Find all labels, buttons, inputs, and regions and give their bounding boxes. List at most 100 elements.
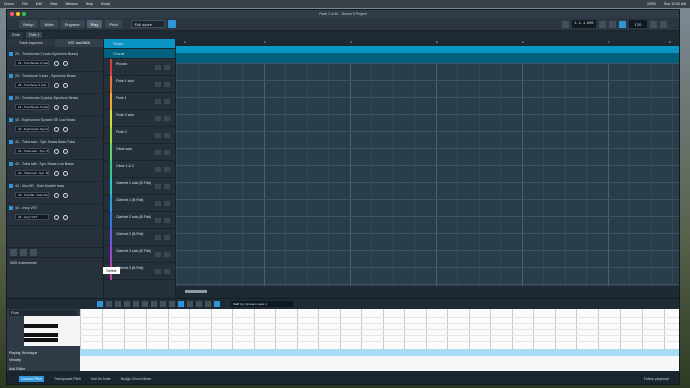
- tab-vst-and-midi[interactable]: VST and MIDI: [55, 39, 103, 47]
- mute-icon[interactable]: [155, 235, 161, 240]
- settings-icon[interactable]: [63, 171, 68, 176]
- chord-lane[interactable]: [176, 53, 679, 63]
- solo-icon[interactable]: [164, 184, 170, 189]
- mode-play[interactable]: Play: [86, 20, 103, 28]
- device-select[interactable]: 40 - Euphonium Synced: [15, 126, 49, 132]
- instrument-track[interactable]: Clarinet 2 solo (B Flat): [104, 212, 175, 229]
- tempo-track-header[interactable]: Tempo: [104, 39, 175, 49]
- device-select[interactable]: 25 - Trombone 3 solo: [15, 82, 49, 88]
- transport-rewind-icon[interactable]: [599, 20, 606, 28]
- delete-device-icon[interactable]: [30, 249, 37, 256]
- line-tool-icon[interactable]: [115, 301, 121, 307]
- edit-instrument-icon[interactable]: [54, 61, 59, 66]
- tab-flute-1[interactable]: Flute 1: [25, 32, 43, 38]
- solo-icon[interactable]: [164, 133, 170, 138]
- settings-icon[interactable]: [63, 105, 68, 110]
- instrument-track[interactable]: Clarinet 2 (B Flat): [104, 229, 175, 246]
- edit-instrument-icon[interactable]: [54, 105, 59, 110]
- mute-icon[interactable]: [155, 252, 161, 257]
- settings-icon[interactable]: [63, 193, 68, 198]
- window-menu[interactable]: Window: [65, 2, 77, 6]
- zoom-window-button[interactable]: [22, 12, 26, 16]
- mute-icon[interactable]: [155, 65, 161, 70]
- instrument-track[interactable]: Clarinet 1 (B Flat): [104, 195, 175, 212]
- grid-tool-icon[interactable]: [196, 301, 202, 307]
- solo-icon[interactable]: [164, 65, 170, 70]
- mode-print[interactable]: Print: [105, 20, 122, 28]
- black-key[interactable]: [24, 333, 58, 337]
- mode-setup[interactable]: Setup: [19, 20, 38, 28]
- instrument-track[interactable]: Piccolo: [104, 59, 175, 76]
- solo-icon[interactable]: [164, 167, 170, 172]
- transport-back-icon[interactable]: [562, 20, 569, 28]
- mode-write[interactable]: Write: [40, 20, 58, 28]
- duplicate-device-icon[interactable]: [20, 249, 27, 256]
- split-tool-icon[interactable]: [151, 301, 157, 307]
- instrument-track[interactable]: Flute 1 solo: [104, 76, 175, 93]
- mute-icon[interactable]: [155, 269, 161, 274]
- solo-icon[interactable]: [164, 252, 170, 257]
- draw-tool-icon[interactable]: [133, 301, 139, 307]
- script-menu[interactable]: Script: [101, 2, 110, 6]
- app-menu[interactable]: Dorico: [4, 2, 14, 6]
- edit-menu[interactable]: Edit: [36, 2, 42, 6]
- device-select[interactable]: 24 - Trombones 3 (solo): [15, 104, 49, 110]
- instrument-track[interactable]: Oboe 1 & 2: [104, 161, 175, 178]
- instrument-track[interactable]: Oboe solo: [104, 144, 175, 161]
- device-select[interactable]: 23 - Trombones 2 (solo): [15, 60, 49, 66]
- transposed-pitch-toggle[interactable]: Transposed Pitch: [54, 377, 81, 381]
- mixer-icon[interactable]: [650, 20, 657, 28]
- metronome-tool-icon[interactable]: [187, 301, 193, 307]
- mute-icon[interactable]: [155, 167, 161, 172]
- playing-technique-lane[interactable]: [80, 349, 679, 356]
- close-window-button[interactable]: [10, 12, 14, 16]
- snap-tool-icon[interactable]: [178, 301, 184, 307]
- layout-select[interactable]: Full score: [130, 20, 165, 28]
- mute-icon[interactable]: [155, 218, 161, 223]
- instrument-track[interactable]: Flute 2 solo: [104, 110, 175, 127]
- solo-icon[interactable]: [164, 82, 170, 87]
- mute-icon[interactable]: [155, 184, 161, 189]
- edit-instrument-icon[interactable]: [54, 193, 59, 198]
- instrument-track[interactable]: Clarinet 3 solo (B Flat): [104, 246, 175, 263]
- velocity-lane[interactable]: [80, 356, 679, 371]
- tab-flute[interactable]: Flute: [9, 32, 23, 38]
- help-menu[interactable]: Help: [86, 2, 93, 6]
- piano-roll-keyboard[interactable]: [24, 316, 82, 346]
- mute-icon[interactable]: [155, 201, 161, 206]
- transport-play-icon[interactable]: [609, 20, 616, 28]
- add-device-icon[interactable]: [10, 249, 17, 256]
- pencil-tool-icon[interactable]: [106, 301, 112, 307]
- solo-icon[interactable]: [164, 218, 170, 223]
- solo-icon[interactable]: [164, 201, 170, 206]
- mute-icon[interactable]: [155, 150, 161, 155]
- settings-icon[interactable]: [63, 61, 68, 66]
- tempo-lane[interactable]: [176, 46, 679, 53]
- metronome-icon[interactable]: [619, 20, 626, 28]
- mute-icon[interactable]: [155, 82, 161, 87]
- voice-tool-icon[interactable]: [214, 301, 220, 307]
- piano-roll-grid[interactable]: [80, 309, 679, 371]
- grid-icon[interactable]: [167, 20, 176, 28]
- mute-icon[interactable]: [155, 99, 161, 104]
- settings-icon[interactable]: [660, 20, 667, 28]
- settings-icon[interactable]: [63, 149, 68, 154]
- instrument-track[interactable]: Flute 1: [104, 93, 175, 110]
- delete-tool-icon[interactable]: [160, 301, 166, 307]
- trim-tool-icon[interactable]: [142, 301, 148, 307]
- quantize-tool-icon[interactable]: [169, 301, 175, 307]
- instrument-track[interactable]: Flute 2: [104, 127, 175, 144]
- voice-select[interactable]: Staff (u), Up-stem voice 1: [231, 301, 293, 307]
- pointer-tool-icon[interactable]: [97, 301, 103, 307]
- event-display[interactable]: 2 3 4 5 6 7 8: [176, 39, 679, 298]
- eraser-tool-icon[interactable]: [124, 301, 130, 307]
- horizontal-scrollbar[interactable]: [176, 286, 679, 298]
- settings-icon[interactable]: [63, 215, 68, 220]
- mute-icon[interactable]: [155, 116, 161, 121]
- black-key[interactable]: [24, 324, 58, 328]
- edit-instrument-icon[interactable]: [54, 127, 59, 132]
- edit-instrument-icon[interactable]: [54, 215, 59, 220]
- edit-instrument-icon[interactable]: [54, 83, 59, 88]
- device-select[interactable]: 44 - Ivory VST: [15, 214, 49, 220]
- timeline-ruler[interactable]: 2 3 4 5 6 7 8: [176, 39, 679, 46]
